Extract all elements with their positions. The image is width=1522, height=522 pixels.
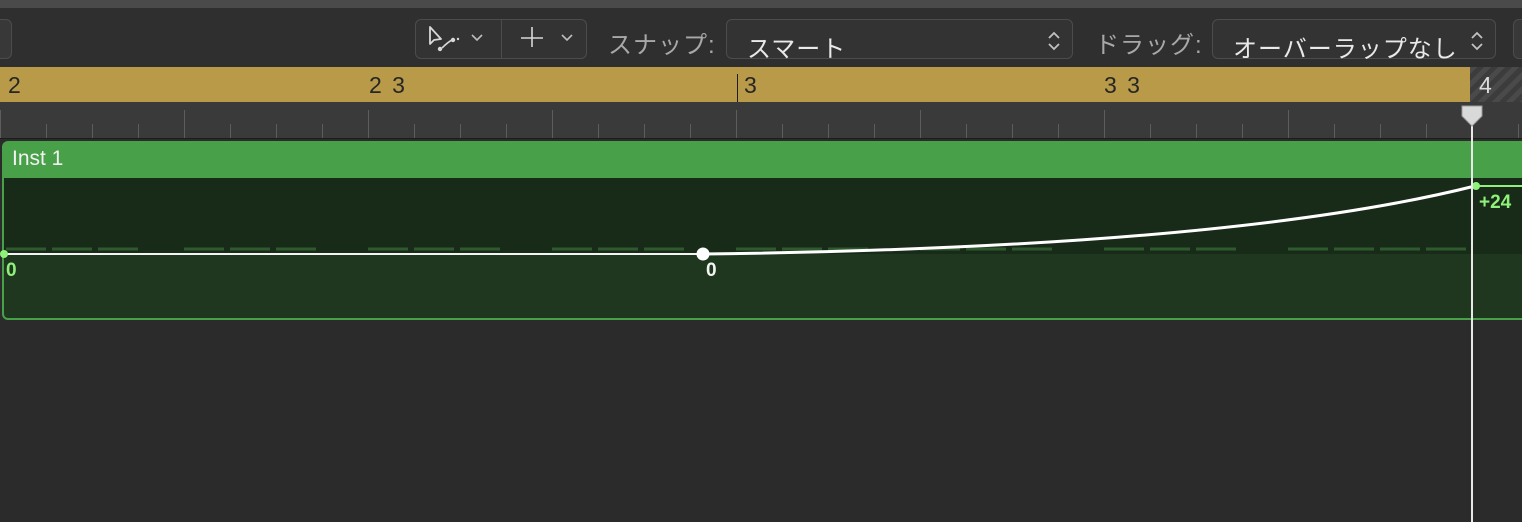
automation-point-label: +24 [1479, 192, 1512, 213]
automation-point[interactable] [1472, 182, 1480, 190]
automation-point-label: 0 [706, 260, 717, 281]
automation-point-label: 0 [6, 260, 17, 281]
playhead-handle-icon[interactable] [1460, 104, 1484, 128]
automation-point-selected[interactable] [696, 247, 710, 261]
logic-tracks-area: { "toolbar": { "pointer_tool_icon": "poi… [0, 0, 1522, 522]
playhead-line[interactable] [1471, 120, 1473, 522]
automation-overlay [0, 182, 1522, 261]
automation-point[interactable] [0, 250, 8, 258]
automation-curve[interactable] [702, 184, 1476, 256]
